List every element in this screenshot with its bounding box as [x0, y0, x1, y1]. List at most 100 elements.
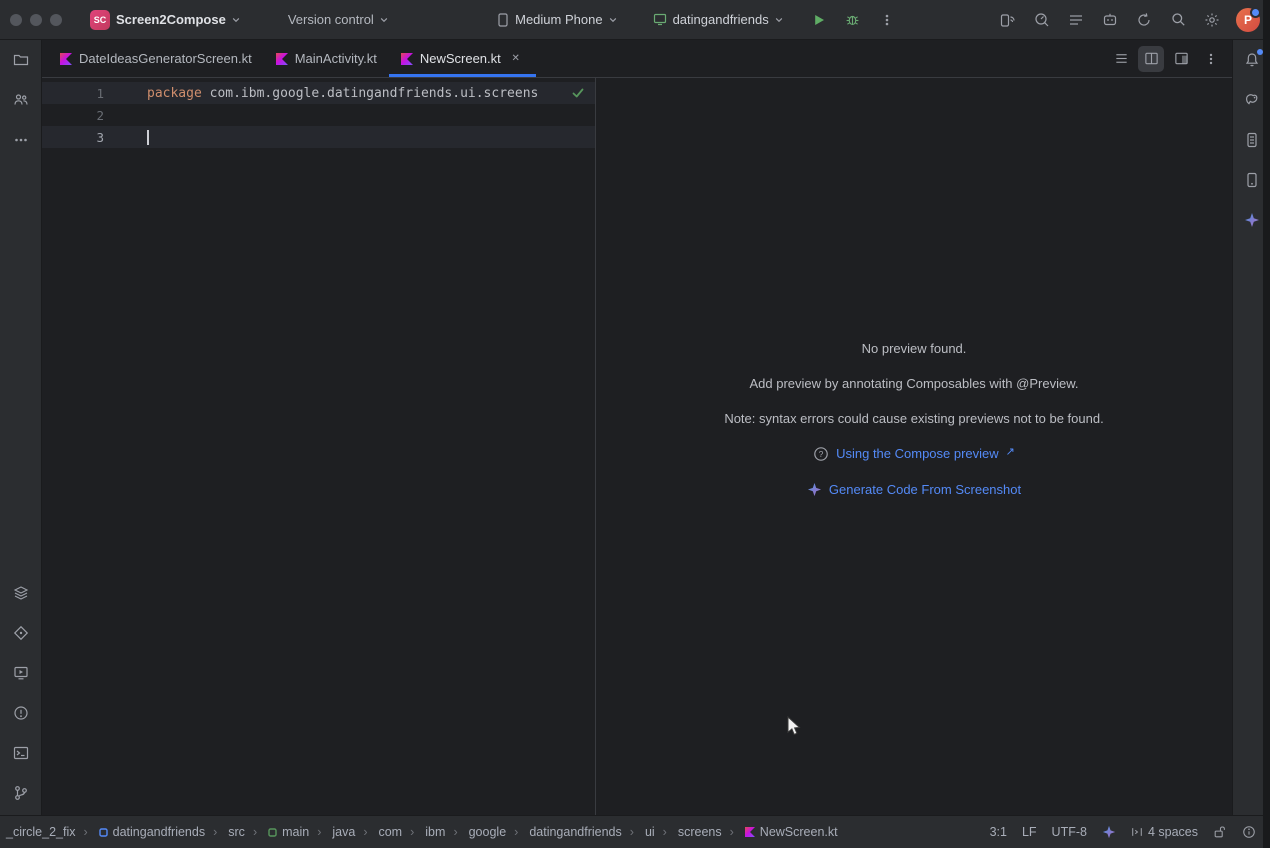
indent-icon: [1131, 826, 1143, 838]
commit-tool-button[interactable]: [7, 86, 35, 114]
debug-button[interactable]: [839, 6, 867, 34]
device-explorer-tool-button[interactable]: [1238, 126, 1266, 154]
version-control-label: Version control: [288, 12, 374, 27]
line-number: 2: [42, 108, 104, 123]
device-manager-tool-button[interactable]: [1238, 166, 1266, 194]
compose-preview-docs-link[interactable]: Using the Compose preview: [836, 446, 999, 461]
run-button[interactable]: [805, 6, 833, 34]
tab-mainactivity[interactable]: MainActivity.kt: [264, 40, 389, 77]
line-number: 3: [42, 130, 104, 145]
breadcrumb-item[interactable]: screens: [657, 823, 724, 841]
breadcrumb-label: NewScreen.kt: [760, 825, 838, 839]
project-name: Screen2Compose: [116, 12, 226, 27]
breadcrumb-item[interactable]: com: [357, 823, 404, 841]
breadcrumb-item[interactable]: ibm: [404, 823, 447, 841]
chevron-down-icon: [609, 16, 617, 24]
encoding-widget[interactable]: UTF-8: [1052, 825, 1087, 839]
breadcrumb-item[interactable]: java: [311, 823, 357, 841]
ai-assistant-button[interactable]: [1096, 6, 1124, 34]
code-line[interactable]: 1 package com.ibm.google.datingandfriend…: [42, 82, 595, 104]
zoom-window-button[interactable]: [50, 14, 62, 26]
chevron-down-icon: [775, 16, 783, 24]
tab-dateideasgeneratorscreen[interactable]: DateIdeasGeneratorScreen.kt: [48, 40, 264, 77]
kotlin-file-icon: [276, 53, 288, 65]
tab-newscreen[interactable]: NewScreen.kt: [389, 40, 536, 77]
profiler-button[interactable]: [1028, 6, 1056, 34]
device-manager-icon: [1244, 172, 1260, 188]
breadcrumb-label: datingandfriends: [529, 825, 621, 839]
diamond-icon: [13, 625, 29, 641]
breadcrumb-item[interactable]: datingandfriends: [508, 823, 624, 841]
git-branch-icon: [13, 785, 29, 801]
window-edge: [1263, 0, 1270, 848]
breadcrumb-item[interactable]: google: [447, 823, 508, 841]
analysis-status-widget[interactable]: [1242, 825, 1256, 839]
split-view-button[interactable]: [1138, 46, 1164, 72]
layers-icon: [13, 585, 29, 601]
cursor-position-widget[interactable]: 3:1: [990, 825, 1007, 839]
breadcrumb-item[interactable]: _circle_2_fix: [4, 823, 77, 841]
breadcrumb-item[interactable]: ui: [624, 823, 657, 841]
notifications-button[interactable]: [1238, 46, 1266, 74]
project-tool-button[interactable]: [7, 46, 35, 74]
build-variants-tool-button[interactable]: [7, 579, 35, 607]
gradle-tool-button[interactable]: [1238, 86, 1266, 114]
terminal-tool-button[interactable]: [7, 739, 35, 767]
code-line[interactable]: 3: [42, 126, 595, 148]
resource-manager-tool-button[interactable]: [7, 619, 35, 647]
user-avatar[interactable]: P: [1236, 8, 1260, 32]
tab-close-icon[interactable]: [508, 51, 524, 67]
problems-tool-button[interactable]: [7, 699, 35, 727]
breadcrumb-item[interactable]: NewScreen.kt: [724, 823, 840, 841]
code-line[interactable]: 2: [42, 104, 595, 126]
breadcrumb-label: ibm: [425, 825, 445, 839]
code-editor[interactable]: 1 package com.ibm.google.datingandfriend…: [42, 78, 595, 815]
sync-project-button[interactable]: [1130, 6, 1158, 34]
more-run-actions-button[interactable]: [873, 6, 901, 34]
breadcrumb-label: src: [228, 825, 245, 839]
version-control-tool-button[interactable]: [7, 779, 35, 807]
more-vertical-icon: [880, 13, 894, 27]
more-tool-windows-button[interactable]: [7, 126, 35, 154]
line-separator-widget[interactable]: LF: [1022, 825, 1037, 839]
running-devices-tool-button[interactable]: [7, 659, 35, 687]
indent-widget[interactable]: 4 spaces: [1131, 825, 1198, 839]
text-caret: [147, 130, 149, 145]
minimize-window-button[interactable]: [30, 14, 42, 26]
settings-button[interactable]: [1198, 6, 1226, 34]
project-badge-icon: SC: [90, 10, 110, 30]
close-window-button[interactable]: [10, 14, 22, 26]
readonly-toggle-widget[interactable]: [1213, 825, 1227, 839]
editor-tabbar: DateIdeasGeneratorScreen.kt MainActivity…: [42, 40, 1232, 78]
breadcrumb-item[interactable]: main: [247, 823, 311, 841]
lock-open-icon: [1213, 825, 1227, 839]
assistant-icon: [1102, 12, 1118, 28]
device-selector[interactable]: Medium Phone: [489, 7, 624, 32]
breadcrumb: _circle_2_fix datingandfriends src main …: [4, 823, 840, 841]
folder-icon: [13, 52, 29, 68]
breadcrumb-item[interactable]: datingandfriends: [77, 823, 207, 841]
project-selector[interactable]: SC Screen2Compose: [82, 5, 248, 35]
breadcrumb-item[interactable]: src: [207, 823, 247, 841]
structure-view-button[interactable]: [1062, 6, 1090, 34]
gemini-status-widget[interactable]: [1102, 825, 1116, 839]
run-configuration-selector[interactable]: datingandfriends: [645, 7, 791, 32]
gear-icon: [1204, 12, 1220, 28]
version-control-menu[interactable]: Version control: [280, 7, 396, 32]
code-view-icon: [1114, 51, 1129, 66]
code-view-button[interactable]: [1108, 46, 1134, 72]
search-everywhere-button[interactable]: [1164, 6, 1192, 34]
keyword-token: package: [147, 86, 202, 101]
line-number: 1: [42, 86, 104, 101]
inspections-widget[interactable]: [571, 86, 585, 105]
syntax-note-message: Note: syntax errors could cause existing…: [724, 411, 1103, 426]
pair-devices-button[interactable]: [994, 6, 1022, 34]
left-toolbar: [0, 40, 42, 815]
editor-options-button[interactable]: [1198, 46, 1224, 72]
gemini-tool-button[interactable]: [1238, 206, 1266, 234]
terminal-icon: [13, 745, 29, 761]
design-view-button[interactable]: [1168, 46, 1194, 72]
generate-code-link[interactable]: Generate Code From Screenshot: [829, 482, 1021, 497]
tab-label: NewScreen.kt: [420, 51, 501, 66]
notification-dot: [1257, 49, 1263, 55]
